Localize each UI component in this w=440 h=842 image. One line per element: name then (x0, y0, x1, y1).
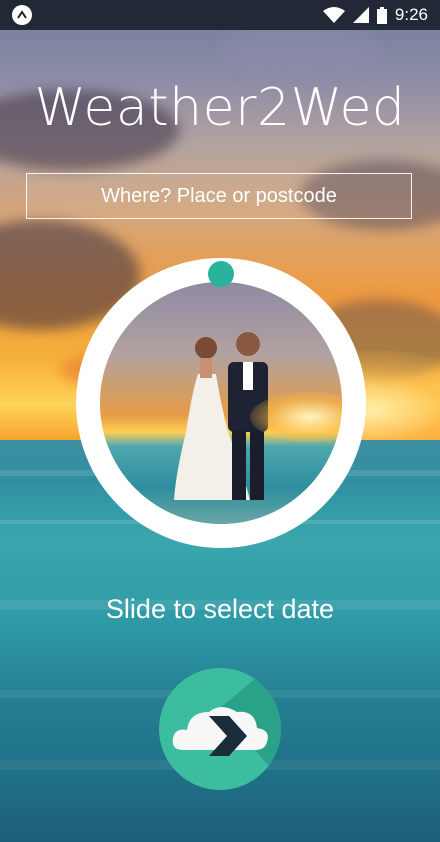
slide-instruction-label: Slide to select date (105, 594, 335, 624)
android-notification-icon (12, 5, 32, 25)
app-title: Weather2Wed (34, 78, 406, 138)
status-time: 9:26 (394, 5, 428, 24)
date-slider-handle[interactable] (208, 261, 234, 287)
status-bar: 9:26 (0, 0, 440, 30)
location-search-box[interactable] (26, 173, 412, 219)
battery-icon (376, 6, 387, 24)
wedding-photo (100, 282, 342, 524)
date-slider-dial[interactable] (76, 258, 366, 548)
signal-icon (352, 7, 369, 23)
forecast-go-button[interactable] (159, 668, 281, 790)
wifi-icon (322, 7, 345, 23)
cloud-arrow-icon (172, 707, 268, 756)
location-search-input[interactable] (27, 173, 411, 219)
